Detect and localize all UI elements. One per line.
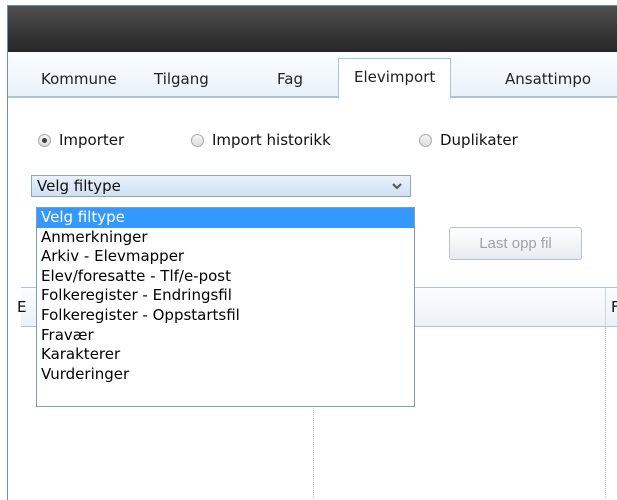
grid-column-divider [605,327,606,499]
tab-ansattimport[interactable]: Ansattimpo [505,62,591,96]
chevron-down-icon[interactable] [390,179,404,193]
radio-unchecked-icon[interactable] [419,133,432,147]
grid-header-separator [605,288,606,326]
radio-label-importer: Importer [59,131,125,149]
radio-label-import-historikk: Import historikk [212,131,331,149]
dropdown-option[interactable]: Elev/foresatte - Tlf/e-post [37,267,414,287]
title-bar [8,6,617,52]
tab-elevimport[interactable]: Elevimport [338,58,452,99]
tab-tilgang[interactable]: Tilgang [154,62,209,96]
dropdown-option[interactable]: Karakterer [37,345,414,365]
tab-fag[interactable]: Fag [277,62,303,96]
dropdown-option[interactable]: Velg filtype [37,208,414,228]
file-type-dropdown-list: Velg filtype Anmerkninger Arkiv - Elevma… [36,207,415,407]
dropdown-option[interactable]: Anmerkninger [37,228,414,248]
dropdown-option[interactable]: Fravær [37,326,414,346]
radio-import-historikk[interactable]: Import historikk [191,131,331,149]
radio-label-duplikater: Duplikater [440,131,518,149]
file-type-select[interactable]: Velg filtype [31,175,411,197]
dropdown-option[interactable]: Folkeregister - Oppstartsfil [37,306,414,326]
upload-file-button[interactable]: Last opp fil [449,227,582,260]
radio-checked-icon[interactable] [38,133,51,147]
dropdown-option[interactable]: Vurderinger [37,365,414,385]
radio-importer[interactable]: Importer [38,131,124,149]
grid-header-col3: F [611,298,617,316]
radio-unchecked-icon[interactable] [191,133,204,147]
radio-duplikater[interactable]: Duplikater [419,131,518,149]
tab-kommune[interactable]: Kommune [41,62,117,96]
dropdown-option[interactable]: Folkeregister - Endringsfil [37,286,414,306]
file-type-selected-value: Velg filtype [37,177,121,195]
grid-header-col1: E [17,298,27,316]
dropdown-option[interactable]: Arkiv - Elevmapper [37,247,414,267]
tab-strip: Kommune Tilgang Fag Elevimport Ansattimp… [8,52,617,99]
